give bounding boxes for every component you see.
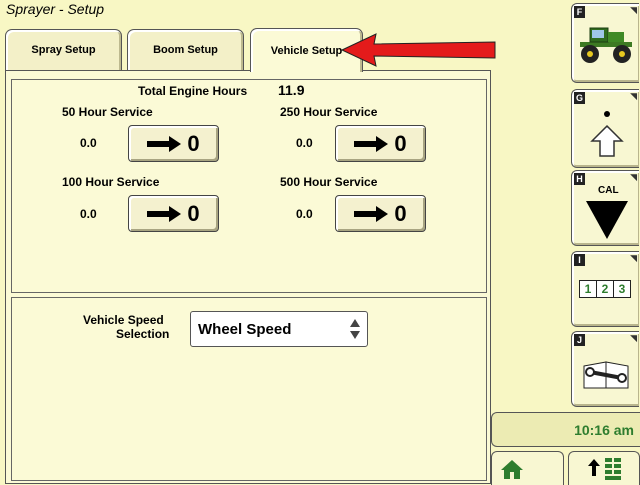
corner-mark: ◥ <box>630 253 637 263</box>
corner-mark: ◥ <box>630 172 637 182</box>
pointer-arrow-icon <box>340 33 496 67</box>
speed-selection-label-line2: Selection <box>116 327 170 341</box>
home-icon <box>501 460 523 479</box>
speed-selection-label: Vehicle Speed <box>83 313 164 327</box>
service-hours: 0.0 <box>80 207 97 221</box>
key-letter: H <box>574 173 585 185</box>
wrench-book-icon <box>583 361 629 389</box>
service-panel: Total Engine Hours 11.9 50 Hour Service … <box>11 79 487 293</box>
reset-value: 0 <box>187 200 200 226</box>
service-label: 50 Hour Service <box>62 105 153 119</box>
tab-spray-setup[interactable]: Spray Setup <box>5 29 122 70</box>
softkey-g-up[interactable]: G ◥ <box>571 89 639 168</box>
reset-value: 0 <box>394 200 407 226</box>
digit-box: 3 <box>614 280 631 298</box>
service-hours: 0.0 <box>296 207 313 221</box>
spinner-arrows-icon[interactable] <box>349 318 361 340</box>
right-arrow-icon <box>354 205 389 222</box>
clock-time: 10:16 am <box>574 421 634 438</box>
number-boxes: 1 2 3 <box>579 280 631 298</box>
speed-select-value: Wheel Speed <box>198 321 292 338</box>
reset-value: 0 <box>187 130 200 156</box>
cal-label: CAL <box>598 185 619 196</box>
softkey-f-tractor[interactable]: F ◥ <box>571 3 639 83</box>
corner-mark: ◥ <box>630 5 637 15</box>
softkey-j-service[interactable]: J ◥ <box>571 331 639 407</box>
tab-label: Spray Setup <box>31 44 96 56</box>
corner-mark: ◥ <box>630 91 637 101</box>
speed-panel: Vehicle Speed Selection Wheel Speed <box>11 297 487 481</box>
key-letter: G <box>574 92 585 104</box>
clock-display: 10:16 am <box>491 412 640 447</box>
key-letter: J <box>574 334 585 346</box>
right-arrow-icon <box>147 135 182 152</box>
vehicle-speed-select[interactable]: Wheel Speed <box>190 311 368 347</box>
tab-label: Vehicle Setup <box>270 44 343 57</box>
content-frame: Total Engine Hours 11.9 50 Hour Service … <box>5 70 491 484</box>
window-title: Sprayer - Setup <box>6 1 105 17</box>
service-label: 250 Hour Service <box>280 105 378 119</box>
engine-hours-label: Total Engine Hours <box>138 84 248 98</box>
down-triangle-icon <box>586 201 628 239</box>
menu-button[interactable] <box>568 451 640 485</box>
digit-box: 1 <box>579 280 597 298</box>
softkey-h-cal[interactable]: H ◥ CAL <box>571 170 639 246</box>
reset-500-hour-button[interactable]: 0 <box>335 195 426 232</box>
service-label: 100 Hour Service <box>62 175 160 189</box>
tab-boom-setup[interactable]: Boom Setup <box>127 29 244 70</box>
softkey-i-numbers[interactable]: I ◥ 1 2 3 <box>571 251 639 327</box>
reset-250-hour-button[interactable]: 0 <box>335 125 426 162</box>
service-hours: 0.0 <box>80 136 97 150</box>
dot-icon <box>604 111 610 117</box>
service-label: 500 Hour Service <box>280 175 378 189</box>
tab-label: Boom Setup <box>153 44 218 56</box>
home-button[interactable] <box>491 451 564 485</box>
reset-value: 0 <box>394 130 407 156</box>
digit-box: 2 <box>597 280 614 298</box>
right-arrow-icon <box>147 205 182 222</box>
up-arrow-grid-icon <box>588 458 621 480</box>
key-letter: F <box>574 6 585 18</box>
tractor-sprayer-icon <box>580 27 632 63</box>
up-arrow-icon <box>590 124 624 157</box>
reset-50-hour-button[interactable]: 0 <box>128 125 219 162</box>
corner-mark: ◥ <box>630 333 637 343</box>
service-hours: 0.0 <box>296 136 313 150</box>
engine-hours-value: 11.9 <box>278 82 305 98</box>
key-letter: I <box>574 254 585 266</box>
right-arrow-icon <box>354 135 389 152</box>
reset-100-hour-button[interactable]: 0 <box>128 195 219 232</box>
